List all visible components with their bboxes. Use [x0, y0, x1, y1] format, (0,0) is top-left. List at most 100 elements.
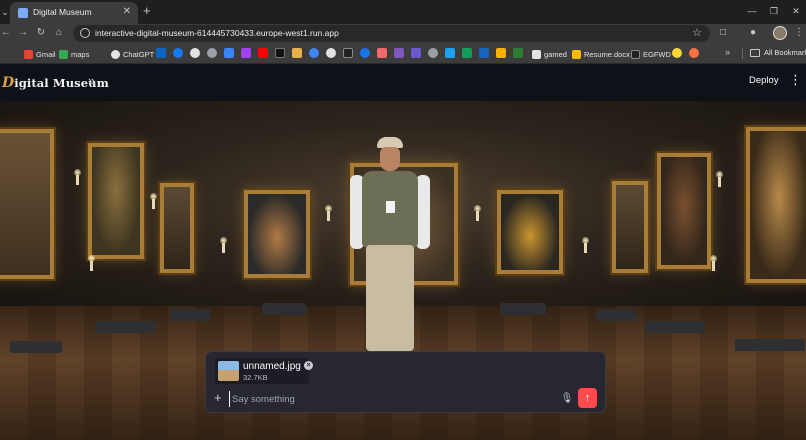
chrome-menu-icon[interactable]: ⋮ — [792, 26, 806, 40]
candle-stand — [710, 255, 717, 271]
sidebar-expand-icon[interactable]: » — [88, 74, 95, 88]
extensions-icon[interactable]: □ — [716, 26, 730, 40]
gmail-icon — [24, 49, 33, 59]
painting-right-small — [612, 181, 648, 273]
address-bar[interactable]: interactive-digital-museum-614445730433.… — [73, 25, 710, 42]
main-menu-icon[interactable]: ⋮ — [789, 73, 802, 87]
bookmark-g-icon[interactable] — [326, 48, 336, 58]
bookmark-globe2-icon[interactable] — [428, 48, 438, 58]
bookmark-c-icon[interactable] — [360, 48, 370, 58]
bookmark-maps[interactable]: maps — [59, 48, 89, 60]
site-info-icon[interactable] — [80, 28, 90, 38]
browser-tab[interactable]: Digital Museum ✕ — [10, 2, 138, 24]
painting-scholar — [657, 153, 711, 269]
youtube-icon[interactable] — [258, 48, 268, 58]
painting-lady — [160, 183, 194, 273]
bookmark-violet-icon[interactable] — [411, 48, 421, 58]
back-icon[interactable]: ← — [0, 25, 14, 41]
bookmark-m-icon[interactable] — [343, 48, 353, 58]
docs-icon — [572, 49, 581, 59]
bookmark-t-icon[interactable] — [292, 48, 302, 58]
attachment-name: unnamed.jpg — [243, 361, 301, 372]
tab-title: Digital Museum — [33, 7, 92, 17]
bench — [96, 321, 156, 333]
microphone-icon[interactable]: 🎙 — [560, 391, 574, 407]
bookmark-k-icon[interactable] — [224, 48, 234, 58]
bookmark-egfwd[interactable]: EGFWD — [631, 48, 671, 60]
tour-guide-avatar — [340, 137, 440, 351]
bench — [10, 341, 62, 353]
bench — [170, 309, 210, 321]
chat-message-input[interactable] — [229, 391, 549, 407]
bookmark-yellow-icon[interactable] — [496, 48, 506, 58]
bookmarks-bar: Gmail maps ChatGPT gamed Resume.docx EGF… — [0, 43, 806, 64]
maps-icon — [59, 49, 68, 59]
reload-icon[interactable]: ↻ — [33, 25, 49, 41]
bookmark-navy-icon[interactable] — [479, 48, 489, 58]
bookmark-chatgpt[interactable]: ChatGPT — [111, 48, 154, 60]
image-thumbnail — [218, 361, 239, 381]
bookmark-d-icon[interactable] — [394, 48, 404, 58]
attachment-size: 32.7KB — [243, 373, 268, 382]
tab-search-icon[interactable]: ⌄ — [0, 3, 10, 21]
painting-nefertiti — [244, 190, 310, 278]
chat-input-container: unnamed.jpg 32.7KB × + 🎙 ↑ — [205, 351, 606, 413]
tab-close-icon[interactable]: ✕ — [123, 6, 131, 18]
add-attachment-icon[interactable]: + — [214, 391, 222, 405]
candle-sconce — [74, 169, 81, 185]
bookmark-green-icon[interactable] — [462, 48, 472, 58]
maximize-icon[interactable]: ❐ — [764, 3, 784, 19]
bookmark-blue-icon[interactable] — [445, 48, 455, 58]
bench — [645, 321, 705, 333]
candle-sconce — [474, 205, 481, 221]
egfwd-icon — [631, 49, 640, 59]
candle-sconce — [325, 205, 332, 221]
remove-attachment-icon[interactable]: × — [304, 361, 313, 370]
github-icon[interactable] — [190, 48, 200, 58]
bench — [735, 339, 805, 351]
forward-icon[interactable]: → — [15, 25, 31, 41]
home-icon[interactable]: ⌂ — [51, 25, 67, 41]
painting-tutankhamun — [497, 190, 563, 274]
browser-toolbar: ← → ↻ ⌂ interactive-digital-museum-61444… — [0, 24, 806, 43]
bookmark-resume[interactable]: Resume.docx — [572, 48, 630, 60]
deploy-button[interactable]: Deploy — [749, 75, 779, 86]
profile-icon[interactable]: ● — [746, 26, 760, 40]
bookmark-loader-icon[interactable] — [672, 48, 682, 58]
bench — [596, 309, 636, 321]
send-button[interactable]: ↑ — [578, 388, 597, 408]
bookmarks-divider — [742, 48, 743, 59]
name-badge — [386, 201, 395, 213]
all-bookmarks-button[interactable]: All Bookmarks — [750, 48, 806, 57]
document-icon — [532, 49, 541, 59]
new-tab-icon[interactable]: + — [143, 4, 151, 18]
painting-mona-lisa — [88, 143, 144, 259]
bookmark-dark-icon[interactable] — [275, 48, 285, 58]
linkedin-icon[interactable] — [156, 48, 166, 58]
chatgpt-icon — [111, 49, 120, 59]
bookmark-gamed[interactable]: gamed — [532, 48, 567, 60]
bench — [500, 303, 546, 315]
bookmark-w-icon[interactable] — [513, 48, 523, 58]
candle-sconce — [582, 237, 589, 253]
attachment-chip[interactable]: unnamed.jpg 32.7KB × — [215, 358, 313, 384]
folder-icon — [750, 48, 760, 57]
bookmark-fire-icon[interactable] — [689, 48, 699, 58]
bookmark-gmail[interactable]: Gmail — [24, 48, 56, 60]
google-icon[interactable] — [309, 48, 319, 58]
tab-favicon-icon — [18, 8, 28, 18]
bookmarks-overflow-icon[interactable]: » — [725, 47, 730, 57]
bookmark-heart-icon[interactable] — [377, 48, 387, 58]
window-close-icon[interactable]: ✕ — [786, 3, 806, 19]
facebook-icon[interactable] — [173, 48, 183, 58]
app-header: Digital Museum » Deploy ⋮ — [0, 64, 806, 101]
url-text[interactable]: interactive-digital-museum-614445730433.… — [95, 28, 339, 38]
globe-icon[interactable] — [207, 48, 217, 58]
minimize-icon[interactable]: — — [742, 3, 762, 19]
bench — [262, 303, 306, 315]
avatar[interactable] — [773, 26, 787, 40]
bookmark-purple-icon[interactable] — [241, 48, 251, 58]
candle-sconce — [716, 171, 723, 187]
candle-sconce — [220, 237, 227, 253]
bookmark-star-icon[interactable]: ☆ — [692, 26, 702, 39]
